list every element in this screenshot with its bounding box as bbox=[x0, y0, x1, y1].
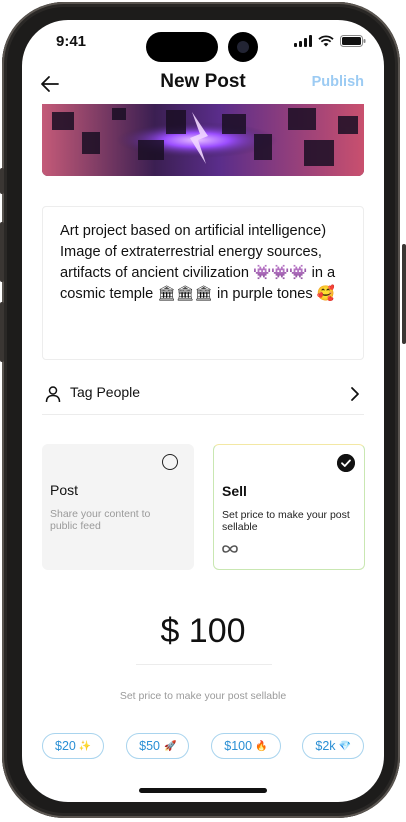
chip-label: $2k bbox=[315, 739, 336, 753]
sparkles-icon: ✨ bbox=[78, 740, 92, 752]
tag-people-row[interactable]: Tag People bbox=[42, 376, 364, 415]
price-value[interactable]: $ 100 bbox=[22, 612, 384, 651]
fire-icon: 🔥 bbox=[255, 740, 268, 752]
sell-option-desc: Set price to make your post sellable bbox=[222, 509, 350, 533]
camera bbox=[228, 32, 258, 62]
person-icon bbox=[45, 386, 61, 403]
home-indicator[interactable] bbox=[139, 788, 267, 793]
dynamic-island bbox=[146, 32, 218, 62]
volume-down-button bbox=[0, 302, 4, 362]
gem-icon: 💎 bbox=[338, 740, 351, 752]
volume-up-button bbox=[0, 222, 4, 282]
caption-text: Art project based on artificial intellig… bbox=[60, 223, 336, 302]
status-time: 9:41 bbox=[56, 33, 87, 50]
infinity-icon bbox=[222, 545, 238, 553]
price-hint: Set price to make your post sellable bbox=[119, 690, 287, 702]
signal-icon bbox=[294, 35, 312, 47]
sell-option-card[interactable]: Sell Set price to make your post sellabl… bbox=[213, 444, 365, 570]
check-circle-icon[interactable] bbox=[337, 454, 355, 472]
power-button bbox=[402, 244, 406, 344]
caption-field[interactable]: Art project based on artificial intellig… bbox=[42, 206, 364, 360]
rocket-icon: 🚀 bbox=[164, 740, 177, 752]
price-underline bbox=[136, 664, 272, 665]
post-image[interactable] bbox=[42, 104, 364, 176]
price-chip-2k[interactable]: $2k 💎 bbox=[302, 733, 364, 759]
price-chip-50[interactable]: $50 🚀 bbox=[126, 733, 190, 759]
post-image-art bbox=[42, 104, 364, 176]
post-option-desc: Share your content to public feed bbox=[50, 508, 151, 532]
publish-button[interactable]: Publish bbox=[312, 74, 364, 90]
battery-icon bbox=[340, 35, 366, 47]
sell-option-title: Sell bbox=[222, 483, 247, 499]
status-icons bbox=[294, 35, 366, 47]
screen: 9:41 New Post Publish Art project based … bbox=[22, 20, 384, 802]
price-chip-20[interactable]: $20 ✨ bbox=[42, 733, 105, 759]
post-option-title: Post bbox=[50, 482, 79, 498]
chip-label: $50 bbox=[139, 739, 160, 753]
post-option-card[interactable]: Post Share your content to public feed bbox=[42, 444, 194, 570]
header: New Post Publish bbox=[22, 68, 384, 104]
tag-people-label: Tag People bbox=[70, 384, 141, 400]
wifi-icon bbox=[318, 35, 334, 47]
price-chips: $20 ✨ $50 🚀 $100 🔥 $2k 💎 bbox=[42, 733, 364, 759]
chevron-right-icon bbox=[351, 387, 359, 401]
chip-label: $100 bbox=[224, 739, 253, 753]
chip-label: $20 bbox=[55, 739, 76, 753]
radio-empty-icon[interactable] bbox=[162, 454, 178, 470]
mute-switch bbox=[0, 168, 4, 194]
price-chip-100[interactable]: $100 🔥 bbox=[211, 733, 281, 759]
